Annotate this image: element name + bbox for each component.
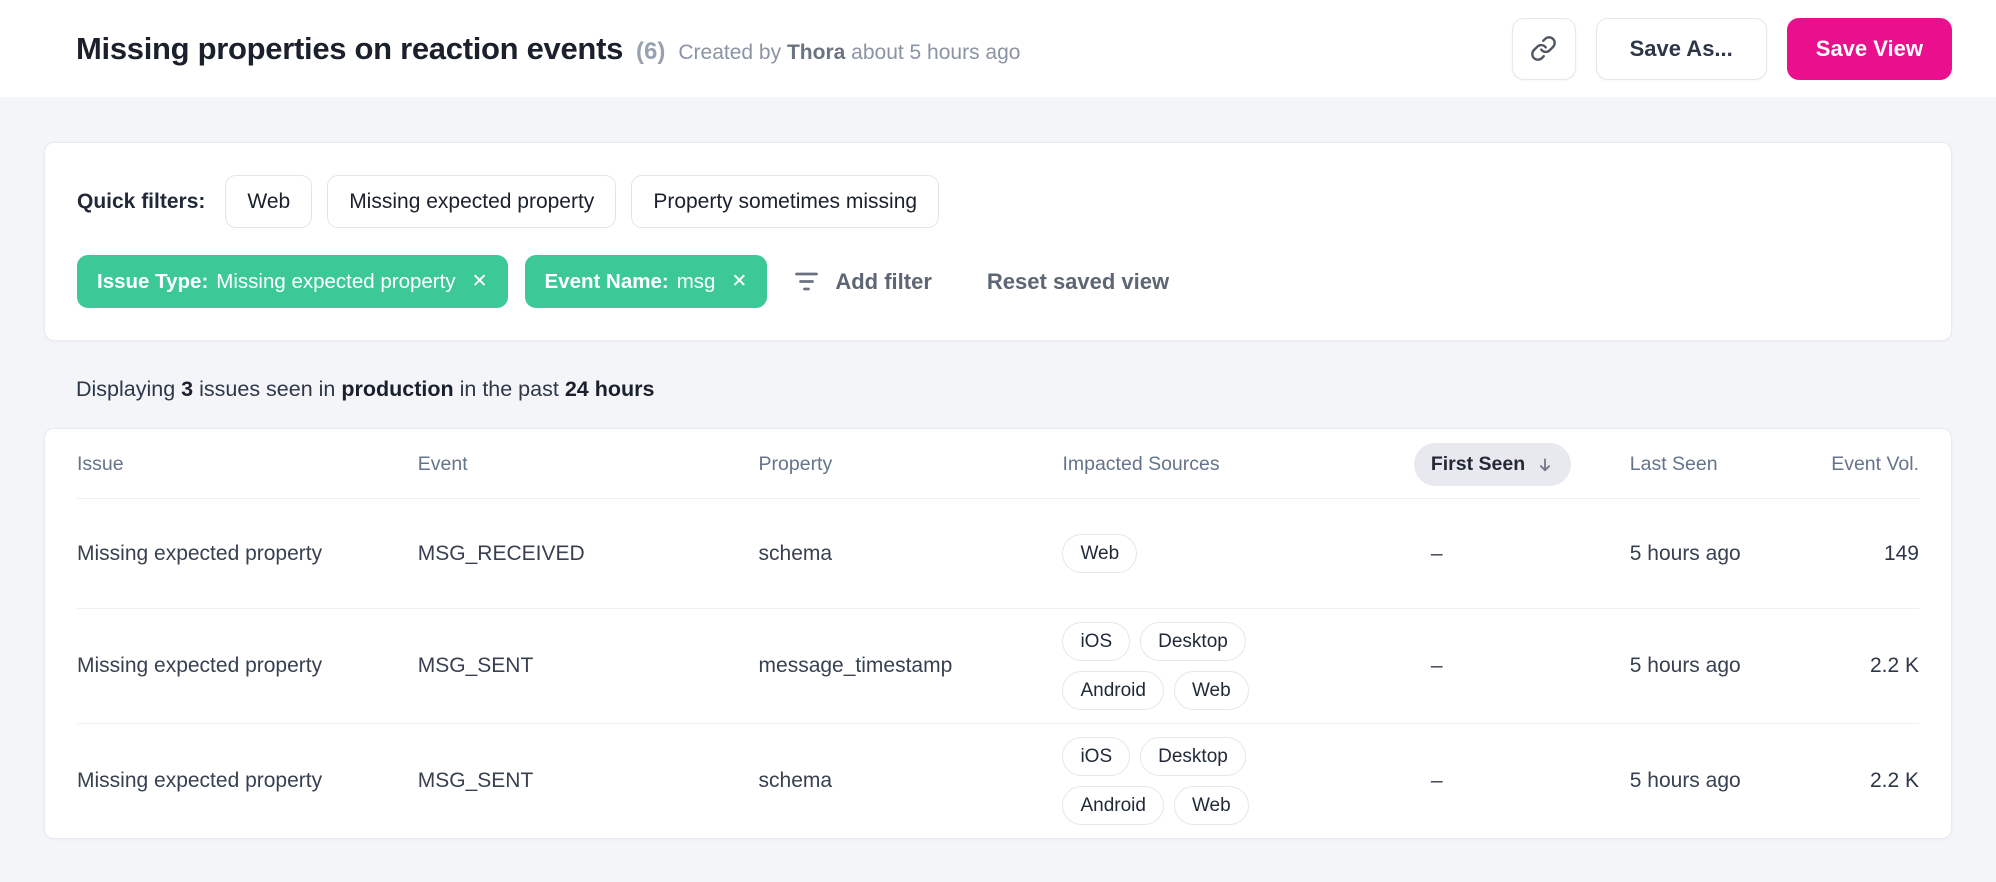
save-as-button[interactable]: Save As... (1596, 18, 1767, 80)
summary-time-range: 24 hours (565, 377, 655, 401)
property-cell: schema (759, 724, 1063, 839)
source-pill-desktop: Desktop (1140, 622, 1246, 661)
topbar: Missing properties on reaction events (6… (0, 0, 1996, 97)
issue-cell: Missing expected property (77, 499, 418, 609)
source-pill-web: Web (1062, 534, 1137, 573)
property-cell: schema (759, 499, 1063, 609)
event-vol-cell: 2.2 K (1790, 609, 1919, 724)
column-header-issue[interactable]: Issue (77, 429, 418, 499)
title-group: Missing properties on reaction events (6… (76, 31, 1020, 67)
sources-cell: iOS Desktop Android Web (1062, 609, 1430, 724)
event-cell: MSG_RECEIVED (418, 499, 759, 609)
active-filter-chip[interactable]: Issue Type: Missing expected property ✕ (77, 255, 508, 308)
remove-filter-icon[interactable]: ✕ (472, 272, 488, 291)
property-cell: message_timestamp (759, 609, 1063, 724)
filter-chip-label: Event Name: (545, 270, 669, 294)
column-header-event[interactable]: Event (418, 429, 759, 499)
sort-descending-arrow-icon (1536, 456, 1554, 474)
source-pill-desktop: Desktop (1140, 737, 1246, 776)
quick-filters-label: Quick filters: (77, 190, 205, 214)
created-by-text: Created by (678, 41, 781, 64)
quick-filters: Web Missing expected property Property s… (225, 175, 939, 228)
event-cell: MSG_SENT (418, 609, 759, 724)
filter-chip-value: Missing expected property (216, 270, 455, 294)
issues-table: Issue Event Property Impacted Sources Fi… (77, 429, 1919, 838)
issue-count-badge: (6) (636, 38, 665, 66)
sources-cell: iOS Desktop Android Web (1062, 724, 1430, 839)
source-pill-android: Android (1062, 671, 1164, 710)
table-header-row: Issue Event Property Impacted Sources Fi… (77, 429, 1919, 499)
link-icon (1530, 35, 1557, 62)
summary-environment: production (341, 377, 453, 401)
table-row[interactable]: Missing expected property MSG_SENT messa… (77, 609, 1919, 724)
page-title: Missing properties on reaction events (76, 31, 623, 67)
filter-chip-value: msg (677, 270, 716, 294)
source-pill-web: Web (1174, 786, 1249, 825)
quick-filter-web[interactable]: Web (225, 175, 312, 228)
summary-mid1: issues seen in (199, 377, 335, 401)
column-header-property[interactable]: Property (759, 429, 1063, 499)
first-seen-cell: – (1431, 609, 1630, 724)
results-summary: Displaying 3 issues seen in production i… (76, 377, 1952, 402)
first-seen-label: First Seen (1431, 453, 1525, 476)
issues-table-card: Issue Event Property Impacted Sources Fi… (44, 428, 1952, 839)
quick-filters-row: Quick filters: Web Missing expected prop… (77, 175, 1919, 228)
active-filter-chip[interactable]: Event Name: msg ✕ (525, 255, 768, 308)
copy-link-button[interactable] (1512, 18, 1576, 80)
event-cell: MSG_SENT (418, 724, 759, 839)
column-header-last-seen[interactable]: Last Seen (1630, 429, 1790, 499)
active-filters-row: Issue Type: Missing expected property ✕ … (77, 255, 1919, 308)
event-vol-cell: 149 (1790, 499, 1919, 609)
column-header-event-vol[interactable]: Event Vol. (1790, 429, 1919, 499)
column-header-first-seen[interactable]: First Seen (1431, 429, 1630, 499)
reset-saved-view-button[interactable]: Reset saved view (987, 269, 1169, 295)
created-by-meta: Created by Thora about 5 hours ago (678, 41, 1020, 65)
summary-mid2: in the past (460, 377, 559, 401)
filter-panel: Quick filters: Web Missing expected prop… (44, 142, 1952, 341)
author-name: Thora (787, 41, 845, 64)
created-time-text: about 5 hours ago (851, 41, 1020, 64)
active-filters: Issue Type: Missing expected property ✕ … (77, 255, 767, 308)
save-view-button[interactable]: Save View (1787, 18, 1952, 80)
add-filter-label: Add filter (835, 269, 932, 295)
source-pill-web: Web (1174, 671, 1249, 710)
add-filter-button[interactable]: Add filter (793, 269, 932, 295)
summary-count: 3 (181, 377, 193, 401)
quick-filter-missing-expected-property[interactable]: Missing expected property (327, 175, 616, 228)
table-row[interactable]: Missing expected property MSG_RECEIVED s… (77, 499, 1919, 609)
source-pill-ios: iOS (1062, 737, 1130, 776)
source-pill-android: Android (1062, 786, 1164, 825)
event-vol-cell: 2.2 K (1790, 724, 1919, 839)
last-seen-cell: 5 hours ago (1630, 499, 1790, 609)
filter-chip-label: Issue Type: (97, 270, 208, 294)
first-seen-cell: – (1431, 499, 1630, 609)
sources-cell: Web (1062, 499, 1430, 609)
active-sort-pill[interactable]: First Seen (1414, 443, 1571, 486)
quick-filter-property-sometimes-missing[interactable]: Property sometimes missing (631, 175, 939, 228)
filter-lines-icon (793, 270, 820, 293)
table-row[interactable]: Missing expected property MSG_SENT schem… (77, 724, 1919, 839)
remove-filter-icon[interactable]: ✕ (731, 272, 747, 291)
issue-cell: Missing expected property (77, 724, 418, 839)
first-seen-cell: – (1431, 724, 1630, 839)
header-actions: Save As... Save View (1512, 18, 1952, 80)
last-seen-cell: 5 hours ago (1630, 609, 1790, 724)
last-seen-cell: 5 hours ago (1630, 724, 1790, 839)
table-body: Missing expected property MSG_RECEIVED s… (77, 499, 1919, 839)
source-pill-ios: iOS (1062, 622, 1130, 661)
column-header-impacted-sources[interactable]: Impacted Sources (1062, 429, 1430, 499)
issue-cell: Missing expected property (77, 609, 418, 724)
summary-prefix: Displaying (76, 377, 175, 401)
